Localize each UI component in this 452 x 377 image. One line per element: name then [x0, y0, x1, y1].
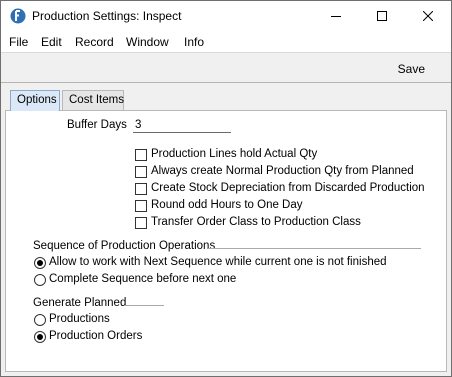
app-icon [10, 8, 26, 24]
buffer-days-underline [133, 132, 231, 133]
checkbox-label: Round odd Hours to One Day [151, 199, 303, 211]
checkbox-label: Transfer Order Class to Production Class [151, 216, 361, 228]
checkbox-box[interactable] [135, 149, 147, 161]
buffer-days-field[interactable]: 3 [135, 119, 141, 131]
generate-section-title: Generate Planned [33, 297, 127, 309]
checkbox-label: Create Stock Depreciation from Discarded… [151, 182, 425, 194]
production-settings-window: Production Settings: Inspect File Edit R… [0, 0, 452, 377]
close-button[interactable] [405, 1, 451, 31]
menu-info[interactable]: Info [184, 35, 204, 49]
maximize-button[interactable] [359, 1, 405, 31]
menu-edit[interactable]: Edit [41, 35, 62, 49]
checkbox-box[interactable] [135, 200, 147, 212]
checkbox-box[interactable] [135, 166, 147, 178]
radio-button[interactable] [34, 257, 46, 269]
window-title: Production Settings: Inspect [32, 9, 182, 23]
menu-window[interactable]: Window [126, 35, 169, 49]
close-icon [423, 11, 433, 21]
radio-selected-dot [37, 334, 43, 340]
minimize-icon [331, 16, 341, 17]
radio-label: Productions [49, 313, 110, 325]
buffer-days-label: Buffer Days [67, 119, 127, 131]
menu-file[interactable]: File [9, 35, 28, 49]
checkbox-label: Always create Normal Production Qty from… [151, 165, 414, 177]
generate-section-line [124, 305, 164, 306]
checkbox-label: Production Lines hold Actual Qty [151, 148, 318, 160]
radio-label: Allow to work with Next Sequence while c… [49, 256, 387, 268]
radio-label: Production Orders [49, 330, 143, 342]
radio-selected-dot [37, 260, 43, 266]
radio-button[interactable] [34, 314, 46, 326]
maximize-icon [377, 11, 387, 21]
toolbar: Save [1, 52, 451, 82]
tab-cost-items[interactable]: Cost Items [62, 90, 124, 111]
radio-label: Complete Sequence before next one [49, 273, 237, 285]
radio-button[interactable] [34, 331, 46, 343]
menu-bar: File Edit Record Window Info [1, 31, 451, 52]
menu-record[interactable]: Record [75, 35, 114, 49]
toolbar-divider [1, 82, 451, 83]
title-bar[interactable]: Production Settings: Inspect [1, 1, 451, 31]
checkbox-box[interactable] [135, 217, 147, 229]
minimize-button[interactable] [313, 1, 359, 31]
radio-button[interactable] [34, 274, 46, 286]
sequence-section-title: Sequence of Production Operations [33, 240, 216, 252]
checkbox-box[interactable] [135, 183, 147, 195]
save-button[interactable]: Save [398, 62, 425, 76]
tab-options[interactable]: Options [10, 90, 60, 111]
sequence-section-line [208, 248, 421, 249]
